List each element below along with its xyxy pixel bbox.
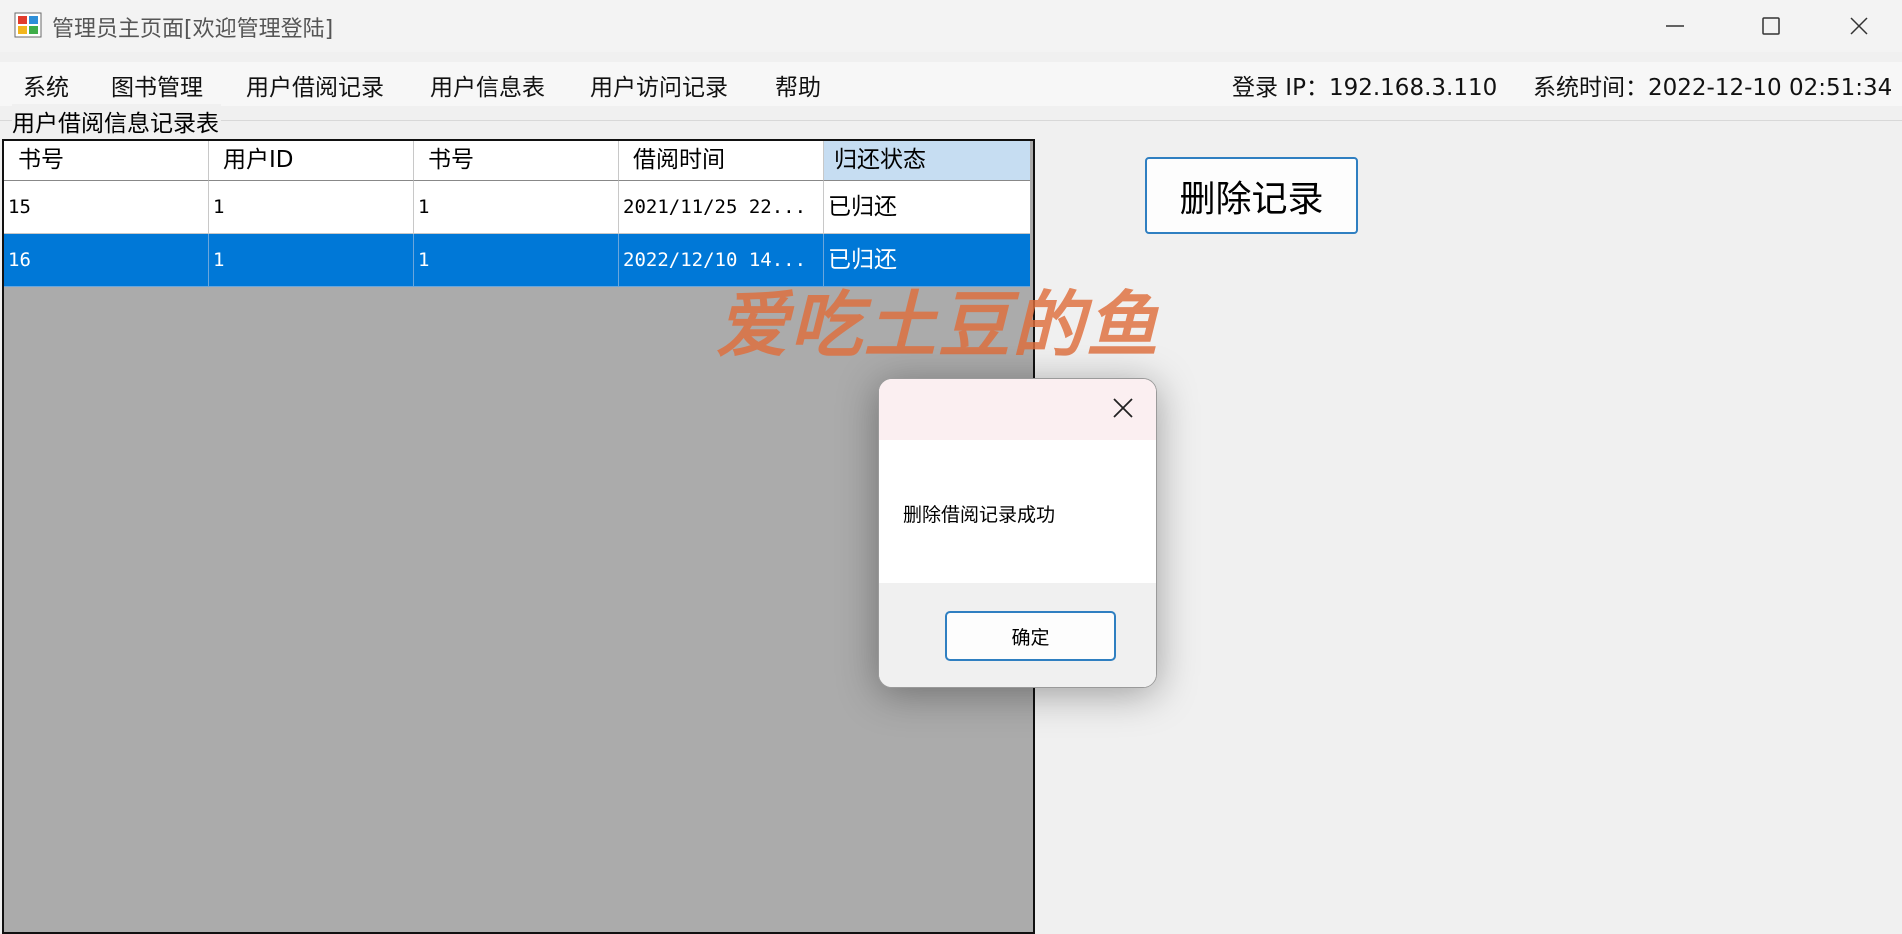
- app-icon: [14, 12, 42, 38]
- dialog-footer: 确定: [879, 583, 1156, 687]
- menu-borrow-records[interactable]: 用户借阅记录: [246, 68, 384, 102]
- menu-system[interactable]: 系统: [23, 68, 69, 102]
- grid-header-row: 书号 用户ID 书号 借阅时间 归还状态: [4, 141, 1030, 181]
- table-cell[interactable]: 1: [414, 181, 619, 234]
- minimize-button[interactable]: [1632, 0, 1718, 52]
- dialog-ok-button[interactable]: 确定: [945, 611, 1116, 661]
- watermark-text: 爱吃土豆的鱼: [716, 282, 1161, 367]
- table-cell[interactable]: 1: [209, 234, 414, 287]
- dialog-title-bar[interactable]: [879, 379, 1156, 440]
- maximize-button[interactable]: [1728, 0, 1814, 52]
- close-window-button[interactable]: [1816, 0, 1902, 52]
- dialog-body: 删除借阅记录成功: [879, 440, 1156, 583]
- menu-visit-records[interactable]: 用户访问记录: [590, 68, 728, 102]
- table-cell[interactable]: 已归还: [824, 181, 1030, 234]
- menu-bar: 系统 图书管理 用户借阅记录 用户信息表 用户访问记录 帮助 登录 IP：192…: [0, 62, 1902, 106]
- login-ip-label: 登录 IP：192.168.3.110: [1232, 75, 1498, 101]
- minimize-icon: [1666, 25, 1684, 27]
- message-dialog: 删除借阅记录成功 确定: [878, 378, 1157, 688]
- group-box-border: [0, 120, 1902, 121]
- column-header-book-no[interactable]: 书号: [4, 141, 209, 181]
- title-bar[interactable]: 管理员主页面[欢迎管理登陆]: [0, 0, 1902, 52]
- column-header-book-no-2[interactable]: 书号: [414, 141, 619, 181]
- table-cell[interactable]: 16: [4, 234, 209, 287]
- column-header-borrow-time[interactable]: 借阅时间: [619, 141, 824, 181]
- dialog-message: 删除借阅记录成功: [903, 504, 1056, 526]
- group-box-title: 用户借阅信息记录表: [12, 104, 221, 138]
- column-header-user-id[interactable]: 用户ID: [209, 141, 414, 181]
- menu-user-info[interactable]: 用户信息表: [430, 68, 545, 102]
- column-header-return-status[interactable]: 归还状态: [824, 141, 1030, 181]
- menu-book-management[interactable]: 图书管理: [111, 68, 203, 102]
- table-cell[interactable]: 1: [209, 181, 414, 234]
- close-icon[interactable]: [1110, 395, 1136, 421]
- maximize-icon: [1762, 17, 1780, 35]
- app-window: 管理员主页面[欢迎管理登陆] 系统 图书管理 用户借阅记录 用户信息表 用户访问…: [0, 0, 1902, 934]
- window-title: 管理员主页面[欢迎管理登陆]: [52, 17, 334, 42]
- table-cell[interactable]: 1: [414, 234, 619, 287]
- delete-record-button[interactable]: 删除记录: [1145, 157, 1358, 234]
- close-icon: [1850, 17, 1868, 35]
- table-row[interactable]: 15 1 1 2021/11/25 22... 已归还: [4, 181, 1030, 234]
- menu-help[interactable]: 帮助: [775, 68, 821, 102]
- table-cell[interactable]: 2021/11/25 22...: [619, 181, 824, 234]
- system-time-label: 系统时间：2022-12-10 02:51:34: [1533, 75, 1893, 101]
- table-cell[interactable]: 15: [4, 181, 209, 234]
